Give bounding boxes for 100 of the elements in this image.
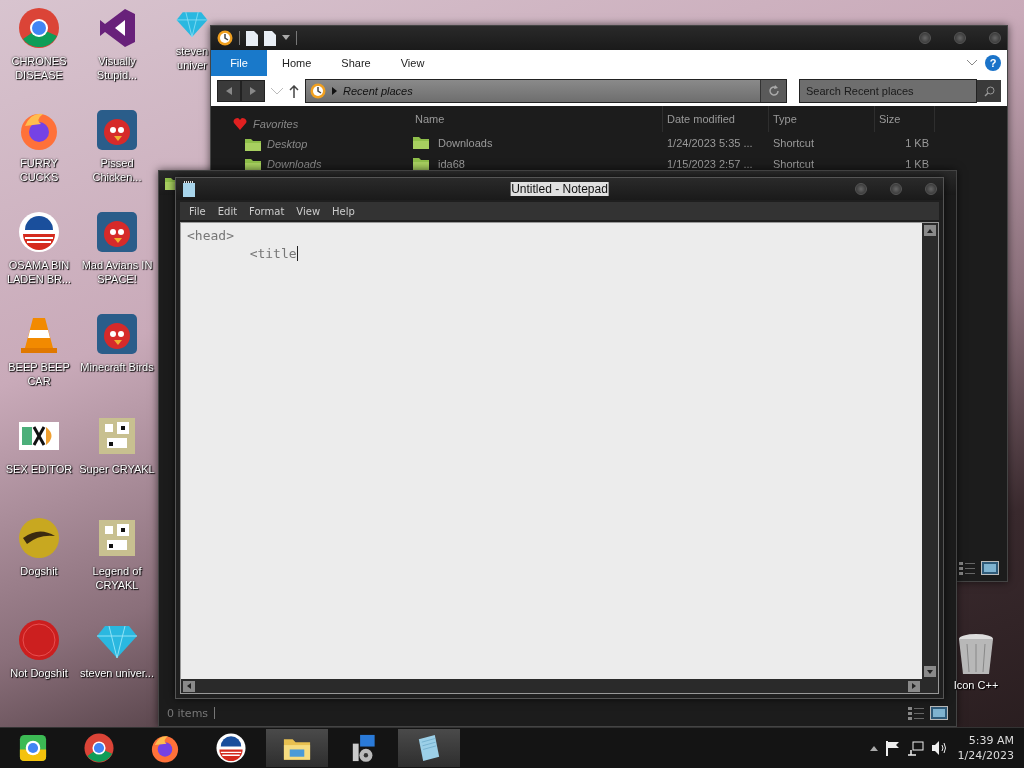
address-text: Recent places [343,85,413,97]
details-view-icon[interactable] [908,706,924,720]
table-cell-text: 1 KB [904,157,930,170]
thumbnail-view-icon[interactable] [930,706,948,720]
shortcut-label: BEEP BEEP CAR [7,360,71,388]
folder-icon [413,157,429,170]
document-icon[interactable] [246,30,258,46]
network-button[interactable] [907,740,924,756]
ribbon-tab[interactable]: View [385,50,440,76]
taskbar-button[interactable] [398,729,460,767]
ribbon-tab[interactable]: Share [326,50,386,76]
bird-icon [95,210,139,254]
thumbnail-view-icon[interactable] [981,561,999,575]
desktop-shortcut[interactable]: Not Dogshit [0,618,78,720]
window-title: Untitled - Notepad [510,182,609,196]
up-arrow-icon[interactable] [289,84,299,98]
desktop-shortcut[interactable]: Icon C++ [948,632,1004,692]
desktop-shortcut[interactable]: Legend of CRYAKL [78,516,156,618]
column-header[interactable]: Size [875,106,935,132]
maximize-button[interactable] [890,183,902,195]
ribbon-tab[interactable]: File [211,50,267,76]
folder-icon [245,157,261,171]
bird-icon [95,108,139,152]
up-arrow-icon [927,228,933,233]
table-cell-text: 1/15/2023 2:57 ... [666,157,754,170]
close-button[interactable] [925,183,937,195]
menu-item[interactable]: Edit [212,205,243,217]
minimize-button[interactable] [919,32,931,44]
right-arrow-icon [912,683,916,689]
table-cell-text: Shortcut [772,136,815,149]
desktop-shortcut[interactable]: Super CRYAKL [78,414,156,516]
forward-arrow-icon [250,87,256,95]
menu-item[interactable]: File [184,205,211,217]
shortcut-label: steven univer... [79,666,155,680]
file-name[interactable]: ida68 [434,157,465,170]
help-button[interactable]: ? [985,55,1001,71]
desktop-shortcut[interactable]: SEX EDITOR [0,414,78,516]
nav-item[interactable]: Downloads [233,156,393,172]
taskbar-button[interactable] [266,729,328,767]
scroll-left-button[interactable] [183,680,195,692]
nav-item[interactable]: Desktop [233,136,393,152]
show-hidden-icons-button[interactable] [869,745,878,751]
column-header[interactable]: Name [411,106,663,132]
chevron-down-icon[interactable] [967,60,977,66]
clock[interactable]: 5:39 AM 1/24/2023 [955,734,1016,762]
nav-label: Favorites [253,118,299,130]
ribbon-tab[interactable]: Home [267,50,327,76]
vertical-scrollbar[interactable] [922,223,938,679]
round-logo-icon [17,618,61,662]
column-header[interactable]: Date modified [663,106,769,132]
text-editor[interactable]: <head> <title [181,223,922,679]
speaker-icon [931,741,948,755]
details-view-icon[interactable] [959,561,975,575]
menu-item[interactable]: Help [327,205,360,217]
nav-item[interactable]: Favorites [233,116,393,132]
refresh-button[interactable] [760,80,786,102]
shortcut-label: Visually Stupid... [95,54,139,82]
shortcut-label: Dogshit [19,564,59,578]
search-button[interactable] [977,80,1001,102]
shortcut-label: FURRY CUCKS [18,156,60,184]
scroll-right-button[interactable] [908,680,920,692]
back-button[interactable] [217,80,241,102]
search-icon [983,85,995,97]
trash-bin-icon [957,632,995,676]
resize-grip[interactable] [922,679,938,693]
close-button[interactable] [989,32,1001,44]
column-header[interactable]: Type [769,106,875,132]
down-arrow-icon [927,669,933,674]
document-icon[interactable] [264,30,276,46]
bird-icon [95,312,139,356]
table-cell-text: Shortcut [772,157,815,170]
flag-button[interactable] [885,740,900,756]
stripes-logo-icon [215,732,247,764]
shortcut-label: Super CRYAKL [79,462,155,476]
scroll-up-button[interactable] [924,225,936,236]
shortcut-label: Mad Avians IN SPACE! [80,258,154,286]
clock-icon [217,30,233,46]
address-bar[interactable]: Recent places [305,79,787,103]
maximize-button[interactable] [954,32,966,44]
volume-button[interactable] [931,741,948,755]
caret-icon[interactable] [282,35,290,41]
shortcut-label: CHRONES DISEASE [10,54,68,82]
shortcut-label: Icon C++ [952,678,1000,692]
folder-icon [413,136,429,149]
search-field[interactable]: Search Recent places [799,79,977,103]
menu-item[interactable]: View [291,205,326,217]
shortcut-label: steven univer [174,44,210,72]
desktop-shortcut[interactable]: steven univer... [78,618,156,720]
shortcut-label: SEX EDITOR [4,462,74,476]
minimize-button[interactable] [855,183,867,195]
disc-logo-icon [17,516,61,560]
desktop-shortcut[interactable]: Dogshit [0,516,78,618]
file-name[interactable]: Downloads [434,136,493,149]
text-cursor [296,246,298,261]
menu-item[interactable]: Format [244,205,290,217]
forward-button[interactable] [241,80,265,102]
scroll-down-button[interactable] [924,666,936,677]
shortcut-label: OSAMA BIN LADEN BR... [5,258,73,286]
breadcrumb-arrow-icon [332,87,337,95]
horizontal-scrollbar[interactable] [181,679,922,693]
